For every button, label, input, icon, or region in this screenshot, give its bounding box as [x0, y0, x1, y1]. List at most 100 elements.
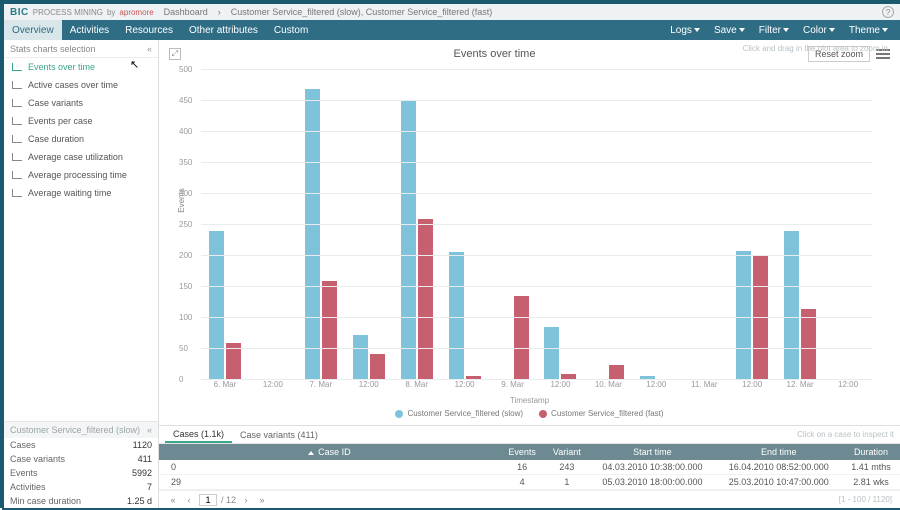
expand-icon[interactable]: ⤢: [169, 48, 181, 60]
sidebar-stats-title: Customer Service_filtered (slow): [10, 425, 140, 435]
bar-group[interactable]: [449, 252, 481, 380]
tab-cases[interactable]: Cases (1.1k): [165, 426, 232, 443]
col-end-time[interactable]: End time: [716, 444, 842, 460]
bar-fast[interactable]: [609, 365, 624, 381]
chart-icon: [12, 153, 22, 161]
breadcrumb-item[interactable]: Customer Service_filtered (slow), Custom…: [231, 7, 493, 17]
bar-group[interactable]: [736, 251, 768, 380]
main-menu: OverviewActivitiesResourcesOther attribu…: [4, 20, 900, 40]
chart-panel: Click and drag in the plot area to zoom …: [159, 40, 900, 425]
chart-legend: Customer Service_filtered (slow) Custome…: [169, 409, 890, 418]
chart-icon: [12, 63, 22, 71]
sidebar-item-average-waiting-time[interactable]: Average waiting time: [4, 184, 158, 202]
bar-fast[interactable]: [370, 354, 385, 380]
chart-plot[interactable]: Events 050100150200250300350400450500: [201, 70, 872, 380]
title-bar: BIC PROCESS MINING by apromore Dashboard…: [4, 4, 900, 20]
x-tick: 11. Mar: [691, 380, 718, 389]
x-tick: 12:00: [455, 380, 475, 389]
pager-prev-icon[interactable]: ‹: [183, 495, 195, 505]
sidebar-item-active-cases-over-time[interactable]: Active cases over time: [4, 76, 158, 94]
bar-slow[interactable]: [305, 89, 320, 380]
bar-group[interactable]: [784, 231, 816, 380]
menu-tab-overview[interactable]: Overview: [4, 20, 62, 40]
chart-hint: Click and drag in the plot area to zoom …: [743, 44, 888, 53]
table-hint: Click on a case to inspect it: [797, 430, 894, 439]
sidebar-heading: Stats charts selection: [10, 44, 96, 54]
table-row[interactable]: 294105.03.2010 18:00:00.00025.03.2010 10…: [159, 475, 900, 490]
x-tick: 12:00: [550, 380, 570, 389]
x-tick: 12:00: [742, 380, 762, 389]
menu-filter-dropdown[interactable]: Filter: [753, 25, 795, 36]
chart-icon: [12, 81, 22, 89]
chevron-down-icon: [829, 28, 835, 32]
pager-first-icon[interactable]: «: [167, 495, 179, 505]
pager-total: / 12: [221, 495, 236, 505]
chart-icon: [12, 117, 22, 125]
x-tick: 10. Mar: [595, 380, 622, 389]
x-tick: 12:00: [838, 380, 858, 389]
pager-last-icon[interactable]: »: [256, 495, 268, 505]
bar-slow[interactable]: [784, 231, 799, 380]
col-case-id[interactable]: Case ID: [159, 444, 500, 460]
bar-group[interactable]: [209, 231, 241, 380]
bar-fast[interactable]: [418, 219, 433, 380]
bar-fast[interactable]: [322, 281, 337, 380]
bar-group[interactable]: [544, 327, 576, 380]
bar-fast[interactable]: [801, 309, 816, 380]
sidebar-item-case-duration[interactable]: Case duration: [4, 130, 158, 148]
bar-slow[interactable]: [353, 335, 368, 380]
sidebar-item-events-per-case[interactable]: Events per case: [4, 112, 158, 130]
menu-tab-other-attributes[interactable]: Other attributes: [181, 20, 266, 40]
x-tick: 8. Mar: [405, 380, 428, 389]
sidebar-item-average-case-utilization[interactable]: Average case utilization: [4, 148, 158, 166]
x-tick: 12:00: [263, 380, 283, 389]
chevron-down-icon: [694, 28, 700, 32]
menu-theme-dropdown[interactable]: Theme: [843, 25, 894, 36]
bar-group[interactable]: [401, 101, 433, 380]
cursor-icon: ↖: [130, 58, 139, 71]
chart-icon: [12, 171, 22, 179]
x-tick: 9. Mar: [501, 380, 524, 389]
bar-group[interactable]: [592, 365, 624, 381]
col-duration[interactable]: Duration: [842, 444, 900, 460]
col-events[interactable]: Events: [500, 444, 545, 460]
sidebar-item-case-variants[interactable]: Case variants: [4, 94, 158, 112]
logo-main: BIC: [10, 7, 29, 18]
stat-row: Case variants411: [4, 452, 158, 466]
bar-slow[interactable]: [209, 231, 224, 380]
menu-tab-custom[interactable]: Custom: [266, 20, 316, 40]
chart-icon: [12, 189, 22, 197]
bar-group[interactable]: [305, 89, 337, 380]
cases-table: Case IDEventsVariantStart timeEnd timeDu…: [159, 444, 900, 490]
menu-tab-activities[interactable]: Activities: [62, 20, 117, 40]
x-axis-label: Timestamp: [169, 396, 890, 405]
tab-case-variants[interactable]: Case variants (411): [232, 426, 326, 443]
stat-row: Events5992: [4, 466, 158, 480]
menu-tab-resources[interactable]: Resources: [117, 20, 181, 40]
bar-group[interactable]: [353, 335, 385, 380]
sidebar-item-average-processing-time[interactable]: Average processing time: [4, 166, 158, 184]
sidebar-collapse-icon[interactable]: «: [147, 44, 152, 54]
bar-slow[interactable]: [401, 101, 416, 380]
bar-slow[interactable]: [544, 327, 559, 380]
x-tick: 6. Mar: [214, 380, 237, 389]
x-tick: 12:00: [359, 380, 379, 389]
table-row[interactable]: 01624304.03.2010 10:38:00.00016.04.2010 …: [159, 460, 900, 475]
col-start-time[interactable]: Start time: [589, 444, 715, 460]
bar-fast[interactable]: [753, 256, 768, 380]
bar-group[interactable]: [497, 296, 529, 380]
menu-logs-dropdown[interactable]: Logs: [664, 25, 706, 36]
help-icon[interactable]: ?: [882, 6, 894, 18]
bar-slow[interactable]: [736, 251, 751, 380]
breadcrumb-root[interactable]: Dashboard: [164, 7, 208, 17]
menu-save-dropdown[interactable]: Save: [708, 25, 751, 36]
sidebar-stats-collapse-icon[interactable]: «: [147, 425, 152, 435]
bar-fast[interactable]: [514, 296, 529, 380]
stat-row: Activities7: [4, 480, 158, 494]
menu-color-dropdown[interactable]: Color: [797, 25, 841, 36]
col-variant[interactable]: Variant: [544, 444, 589, 460]
bar-slow[interactable]: [449, 252, 464, 380]
pager-next-icon[interactable]: ›: [240, 495, 252, 505]
chevron-down-icon: [739, 28, 745, 32]
pager-page-input[interactable]: [199, 494, 217, 506]
